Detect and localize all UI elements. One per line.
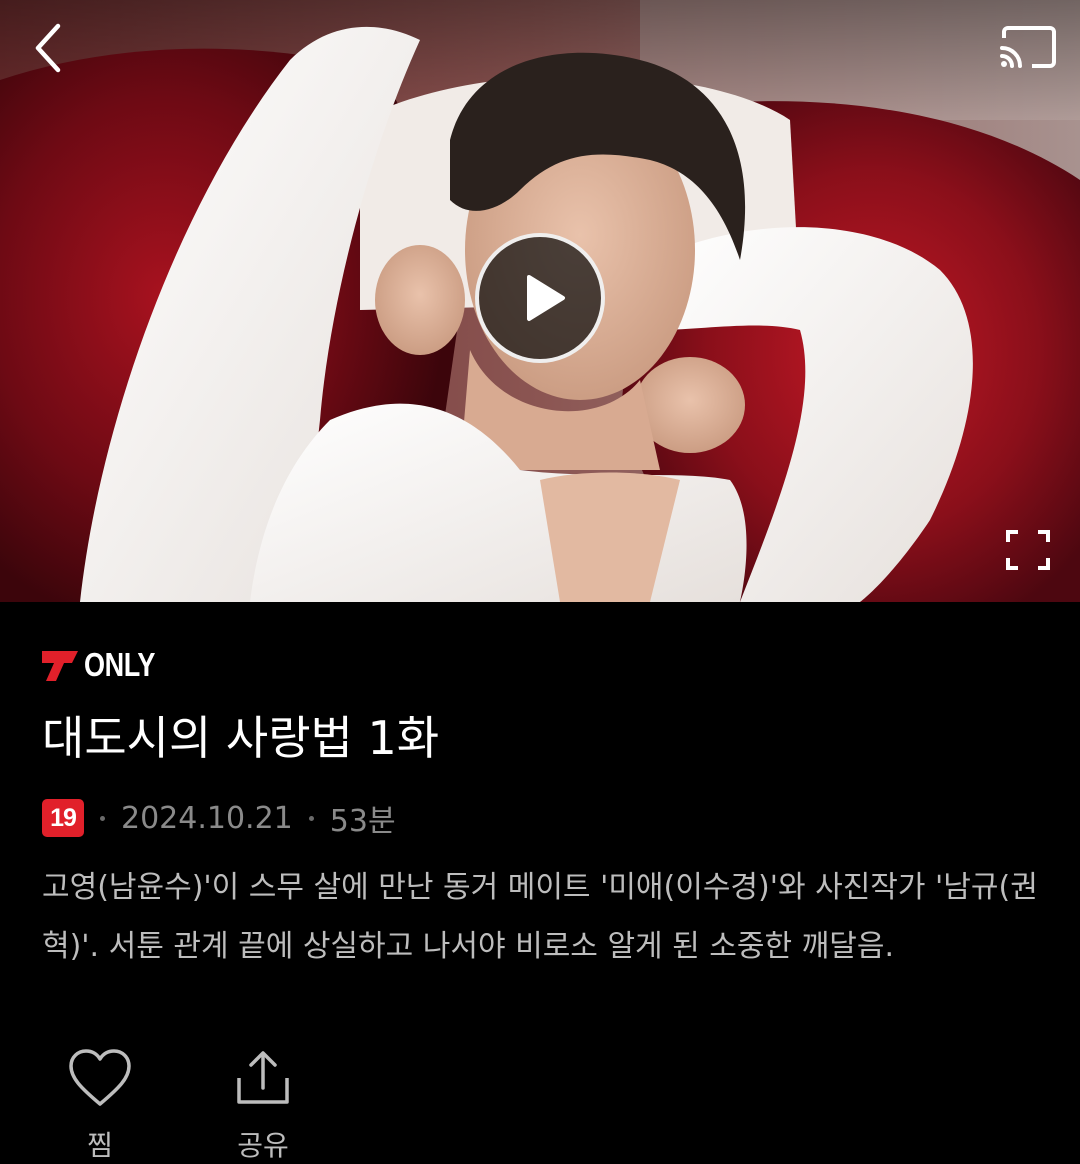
share-icon (237, 1051, 289, 1104)
only-label: ONLY (84, 646, 156, 683)
tving-only-badge: ONLY (42, 645, 171, 685)
cast-button[interactable] (996, 24, 1060, 72)
play-icon (527, 275, 565, 321)
share-label: 공유 (237, 1129, 289, 1162)
separator-dot (308, 815, 314, 821)
separator-dot (100, 815, 105, 821)
like-button[interactable]: 찜 (35, 1040, 165, 1162)
episode-meta: 19 2024.10.21 53분 (42, 798, 396, 839)
like-label: 찜 (87, 1129, 113, 1162)
fullscreen-icon (1006, 530, 1050, 570)
play-button[interactable] (475, 233, 605, 363)
share-button[interactable]: 공유 (198, 1040, 328, 1162)
tving-logo-icon (42, 651, 78, 681)
air-date: 2024.10.21 (121, 800, 293, 836)
episode-title: 대도시의 사랑법 1화 (42, 711, 440, 765)
fullscreen-button[interactable] (1000, 524, 1056, 576)
duration: 53분 (329, 804, 396, 839)
chevron-left-icon (35, 23, 61, 73)
video-player[interactable] (0, 0, 1080, 602)
back-button[interactable] (22, 20, 78, 76)
heart-icon (69, 1049, 131, 1106)
age-rating-badge: 19 (42, 799, 84, 837)
cast-icon (1000, 26, 1056, 68)
episode-description: 고영(남윤수)'이 스무 살에 만난 동거 메이트 '미애(이수경)'와 사진작… (42, 870, 1038, 964)
